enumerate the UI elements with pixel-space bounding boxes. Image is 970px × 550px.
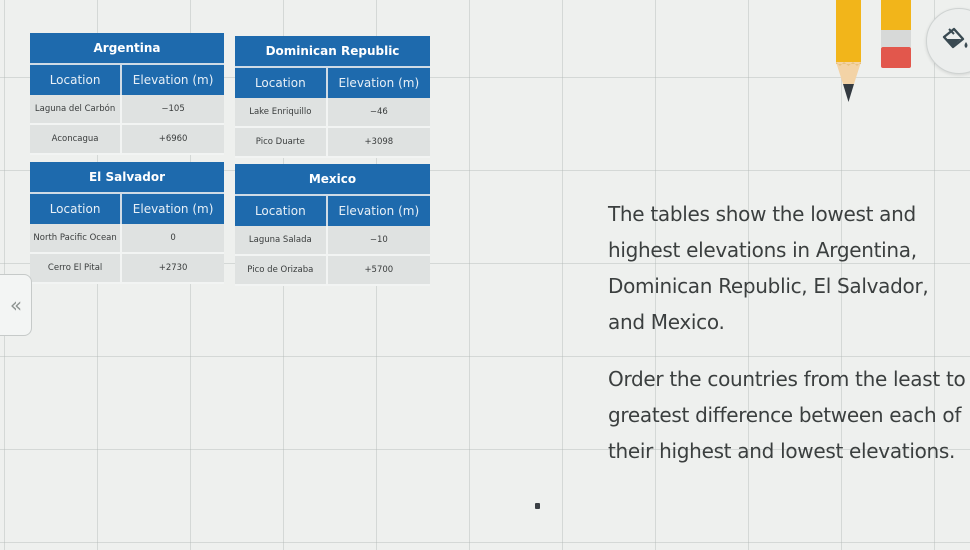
cursor-marker	[535, 503, 540, 509]
eraser-icon	[881, 0, 911, 68]
column-header-location: Location	[30, 193, 123, 224]
location-cell: Laguna Salada	[235, 226, 328, 256]
location-cell: Pico de Orizaba	[235, 255, 328, 286]
pencil-tool-button[interactable]	[836, 0, 861, 102]
elevation-cell: 0	[121, 224, 224, 254]
column-header-location: Location	[235, 195, 328, 226]
column-header-elevation: Elevation (m)	[326, 195, 430, 226]
table-row: Cerro El Pital +2730	[30, 253, 224, 284]
elevation-cell: −105	[121, 95, 224, 125]
prompt-intro: The tables show the lowest and highest e…	[608, 202, 929, 334]
table-title: Mexico	[235, 164, 430, 196]
elevation-cell: +3098	[326, 127, 430, 158]
location-cell: Pico Duarte	[235, 127, 328, 158]
eraser-tool-button[interactable]	[881, 0, 911, 70]
elevation-cell: +6960	[121, 124, 224, 155]
column-header-elevation: Elevation (m)	[121, 64, 224, 95]
table-row: Aconcagua +6960	[30, 124, 224, 155]
elevation-cell: +2730	[121, 253, 224, 284]
table-row: North Pacific Ocean 0	[30, 224, 224, 254]
table-row: Pico Duarte +3098	[235, 127, 430, 158]
table-dominican-republic: Dominican Republic Location Elevation (m…	[235, 36, 430, 158]
location-cell: Cerro El Pital	[30, 253, 123, 284]
paint-bucket-icon	[942, 27, 968, 49]
table-row: Pico de Orizaba +5700	[235, 255, 430, 286]
double-chevron-left-icon: «	[9, 293, 23, 317]
location-cell: Lake Enriquillo	[235, 98, 328, 128]
elevation-cell: −46	[326, 98, 430, 128]
location-cell: Laguna del Carbón	[30, 95, 123, 125]
table-row: Lake Enriquillo −46	[235, 98, 430, 128]
pencil-icon	[836, 0, 861, 102]
table-argentina: Argentina Location Elevation (m) Laguna …	[30, 33, 224, 155]
column-header-elevation: Elevation (m)	[326, 67, 430, 98]
location-cell: Aconcagua	[30, 124, 123, 155]
table-title: Dominican Republic	[235, 36, 430, 68]
column-header-elevation: Elevation (m)	[121, 193, 224, 224]
table-el-salvador: El Salvador Location Elevation (m) North…	[30, 162, 224, 284]
column-header-location: Location	[30, 64, 123, 95]
table-row: Laguna del Carbón −105	[30, 95, 224, 125]
back-button[interactable]: «	[0, 274, 32, 336]
elevation-cell: −10	[326, 226, 430, 256]
table-title: Argentina	[30, 33, 224, 65]
location-cell: North Pacific Ocean	[30, 224, 123, 254]
paint-bucket-tool-button[interactable]	[926, 8, 970, 74]
column-header-location: Location	[235, 67, 328, 98]
table-mexico: Mexico Location Elevation (m) Laguna Sal…	[235, 164, 430, 286]
table-title: El Salvador	[30, 162, 224, 194]
elevation-cell: +5700	[326, 255, 430, 286]
table-row: Laguna Salada −10	[235, 226, 430, 256]
prompt-instruction: Order the countries from the least to gr…	[608, 367, 966, 463]
